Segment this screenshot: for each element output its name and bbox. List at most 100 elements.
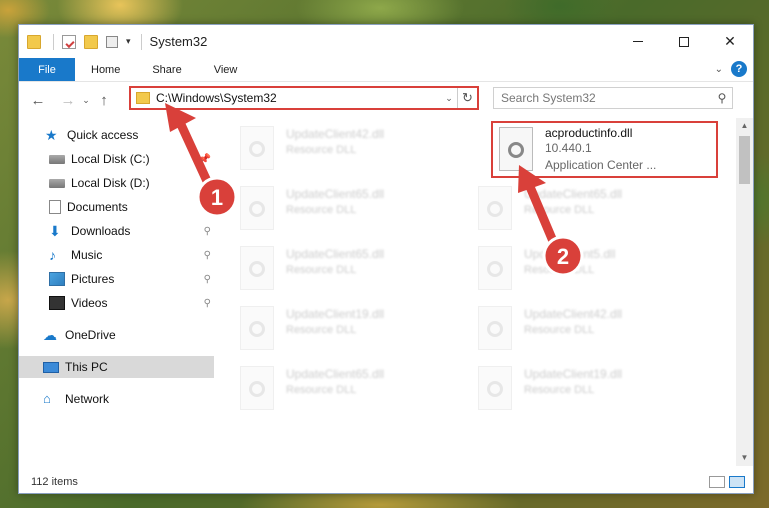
sidebar-item-label: Pictures bbox=[71, 272, 115, 286]
file-name: UpdateClient5.dll bbox=[524, 247, 616, 261]
tab-home[interactable]: Home bbox=[75, 58, 136, 81]
address-text[interactable]: C:\Windows\System32 bbox=[156, 91, 441, 105]
sidebar-item-label: Local Disk (D:) bbox=[71, 176, 150, 190]
dll-file-icon bbox=[478, 306, 512, 350]
up-arrow-icon[interactable]: ↑ bbox=[93, 92, 115, 109]
file-type: Resource DLL bbox=[286, 264, 357, 276]
tab-share[interactable]: Share bbox=[136, 58, 197, 81]
list-item[interactable]: UpdateClient19.dll Resource DLL bbox=[232, 306, 384, 364]
documents-icon bbox=[49, 200, 61, 214]
highlighted-file-item[interactable]: acproductinfo.dll 10.440.1 Application C… bbox=[491, 121, 718, 178]
list-item[interactable]: UpdateClient65.dll Resource DLL bbox=[232, 186, 384, 244]
pin-icon[interactable]: 📌 bbox=[199, 154, 211, 165]
sidebar-item-downloads[interactable]: ⬇ Downloads ⚲ bbox=[19, 220, 214, 242]
sidebar-item-label: Music bbox=[71, 248, 103, 262]
content-area: ★ Quick access Local Disk (C:) 📌 Local D… bbox=[19, 118, 753, 466]
pin-icon[interactable]: ⚲ bbox=[204, 226, 211, 237]
pin-icon[interactable]: ⚲ bbox=[204, 250, 211, 261]
sidebar-item-onedrive[interactable]: ☁ OneDrive bbox=[19, 324, 214, 346]
dll-file-icon bbox=[240, 246, 274, 290]
file-name: UpdateClient19.dll bbox=[286, 307, 385, 321]
sidebar-item-pictures[interactable]: Pictures ⚲ bbox=[19, 268, 214, 290]
minimize-button[interactable] bbox=[615, 25, 661, 58]
file-name: UpdateClient42.dll bbox=[524, 307, 623, 321]
file-type: Resource DLL bbox=[524, 384, 595, 396]
new-folder-icon[interactable] bbox=[84, 34, 98, 49]
address-bar[interactable]: C:\Windows\System32 ⌄ ↻ bbox=[129, 86, 479, 110]
download-icon: ⬇ bbox=[49, 223, 61, 239]
scroll-up-icon[interactable]: ▲ bbox=[736, 118, 753, 134]
divider bbox=[140, 33, 142, 50]
properties-icon[interactable] bbox=[62, 34, 76, 49]
sidebar-item-network[interactable]: ⌂ Network bbox=[19, 388, 214, 410]
network-icon: ⌂ bbox=[43, 391, 51, 406]
help-icon[interactable]: ? bbox=[731, 61, 747, 77]
dll-file-icon bbox=[478, 366, 512, 410]
sidebar-item-this-pc[interactable]: This PC bbox=[19, 356, 214, 378]
back-arrow-icon[interactable]: ← bbox=[27, 92, 49, 109]
file-description: Application Center ... bbox=[545, 158, 657, 172]
file-type: Resource DLL bbox=[524, 324, 595, 336]
close-button[interactable]: ✕ bbox=[707, 25, 753, 58]
list-item[interactable]: UpdateClient65.dll Resource DLL bbox=[232, 366, 384, 424]
scroll-down-icon[interactable]: ▼ bbox=[736, 450, 753, 466]
music-icon: ♪ bbox=[49, 247, 56, 263]
file-type: Resource DLL bbox=[524, 264, 595, 276]
recent-locations-chevron-icon[interactable]: ⌄ bbox=[79, 95, 93, 106]
pictures-icon bbox=[49, 272, 65, 286]
dll-file-icon bbox=[499, 127, 533, 171]
file-name: UpdateClient65.dll bbox=[286, 247, 385, 261]
divider bbox=[53, 33, 54, 50]
forward-arrow-icon[interactable]: → bbox=[57, 92, 79, 109]
scroll-thumb[interactable] bbox=[739, 136, 750, 184]
vertical-scrollbar[interactable]: ▲ ▼ bbox=[736, 118, 753, 466]
list-item[interactable]: UpdateClient5.dll Resource DLL bbox=[470, 246, 615, 304]
sidebar-item-videos[interactable]: Videos ⚲ bbox=[19, 292, 214, 314]
tab-file[interactable]: File bbox=[19, 58, 75, 81]
view-switcher bbox=[709, 476, 745, 488]
ribbon-controls: ⌄ ? bbox=[715, 61, 747, 77]
refresh-icon[interactable]: ↻ bbox=[457, 88, 477, 108]
tab-view[interactable]: View bbox=[198, 58, 254, 81]
sidebar-item-documents[interactable]: Documents ⚲ bbox=[19, 196, 214, 218]
pin-icon[interactable]: ⚲ bbox=[204, 202, 211, 213]
sidebar-item-label: Network bbox=[65, 392, 110, 406]
chevron-down-icon[interactable]: ⌄ bbox=[441, 93, 457, 104]
tiles-view-icon[interactable] bbox=[729, 476, 745, 488]
status-bar: 112 items bbox=[19, 471, 753, 493]
sidebar-item-label: Documents bbox=[67, 200, 128, 214]
videos-icon bbox=[49, 296, 65, 310]
folder-icon bbox=[136, 92, 150, 104]
dll-file-icon bbox=[240, 126, 274, 170]
search-icon[interactable]: ⚲ bbox=[712, 91, 732, 105]
file-name: UpdateClient65.dll bbox=[524, 187, 623, 201]
list-item[interactable]: UpdateClient42.dll Resource DLL bbox=[232, 126, 384, 184]
maximize-button[interactable] bbox=[661, 25, 707, 58]
sidebar-item-label: This PC bbox=[65, 360, 108, 374]
file-name: UpdateClient19.dll bbox=[524, 367, 623, 381]
disk-icon bbox=[49, 154, 65, 164]
dll-file-icon bbox=[240, 186, 274, 230]
details-view-icon[interactable] bbox=[709, 476, 725, 488]
file-name: UpdateClient42.dll bbox=[286, 127, 385, 141]
sidebar-item-music[interactable]: ♪ Music ⚲ bbox=[19, 244, 214, 266]
pin-icon[interactable]: ⚲ bbox=[204, 274, 211, 285]
search-input[interactable]: Search System32 ⚲ bbox=[493, 87, 733, 109]
sidebar-item-label: OneDrive bbox=[65, 328, 116, 342]
list-item[interactable]: UpdateClient65.dll Resource DLL bbox=[470, 186, 622, 244]
sidebar-item-label: Downloads bbox=[71, 224, 131, 238]
maximize-icon bbox=[679, 36, 689, 47]
list-item[interactable]: UpdateClient65.dll Resource DLL bbox=[232, 246, 384, 304]
customize-toolbar-icon[interactable] bbox=[106, 35, 118, 48]
pin-icon[interactable]: ⚲ bbox=[204, 298, 211, 309]
cloud-icon: ☁ bbox=[43, 327, 57, 343]
list-item[interactable]: UpdateClient19.dll Resource DLL bbox=[470, 366, 622, 424]
sidebar-item-quick-access[interactable]: ★ Quick access bbox=[19, 124, 214, 146]
chevron-down-icon[interactable]: ⌄ bbox=[715, 64, 723, 75]
window-title: System32 bbox=[149, 34, 208, 49]
chevron-down-icon[interactable]: ▾ bbox=[126, 36, 131, 47]
dll-file-icon bbox=[240, 306, 274, 350]
sidebar-item-local-disk-c[interactable]: Local Disk (C:) 📌 bbox=[19, 148, 214, 170]
list-item[interactable]: UpdateClient42.dll Resource DLL bbox=[470, 306, 622, 364]
sidebar-item-local-disk-d[interactable]: Local Disk (D:) bbox=[19, 172, 214, 194]
